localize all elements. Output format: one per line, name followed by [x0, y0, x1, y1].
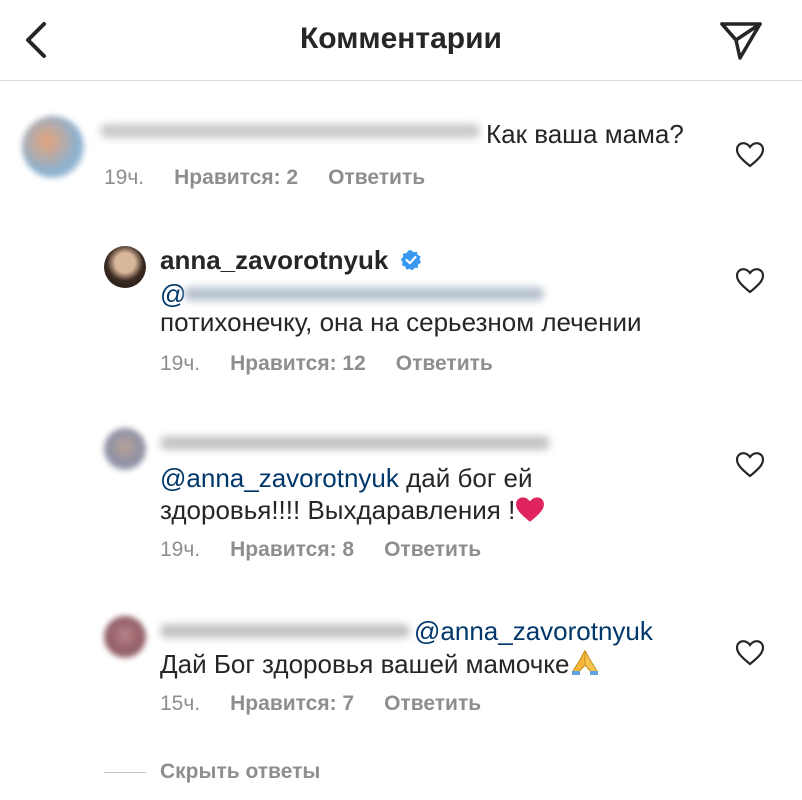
heart-emoji: [515, 497, 545, 526]
blurred-mention[interactable]: [184, 287, 544, 301]
heart-icon[interactable]: [736, 142, 764, 168]
comment-time: 19ч.: [160, 538, 201, 561]
folded-hands-icon: [572, 649, 599, 676]
hide-replies-button[interactable]: Скрыть ответы: [160, 760, 320, 784]
mention-link[interactable]: @anna_zavorotnyuk: [160, 463, 399, 493]
blurred-username[interactable]: [160, 436, 550, 450]
comment-text: Как ваша мама?: [486, 119, 684, 149]
page-title: Комментарии: [299, 22, 503, 55]
reply-button[interactable]: Ответить: [396, 352, 493, 376]
likes-count[interactable]: Нравится: 7: [230, 692, 354, 716]
blurred-username[interactable]: [160, 624, 410, 638]
comment-time: 19ч.: [104, 166, 145, 189]
pray-emoji: [569, 649, 601, 681]
heart-icon[interactable]: [736, 268, 764, 294]
comment-username[interactable]: anna_zavorotnyuk: [160, 244, 388, 276]
blurred-username[interactable]: [100, 124, 480, 138]
comment-meta: 19ч. Нравится: 2 Ответить: [104, 166, 455, 190]
comment-text-line: @anna_zavorotnyuk дай бог ей: [160, 462, 533, 494]
avatar[interactable]: [22, 116, 84, 178]
comment-time: 19ч.: [160, 352, 201, 375]
share-button[interactable]: [716, 18, 766, 62]
heart-icon[interactable]: [736, 452, 764, 478]
paper-plane-icon: [720, 22, 762, 60]
comment-meta: 15ч. Нравится: 7 Ответить: [160, 692, 511, 716]
reply-button[interactable]: Ответить: [384, 538, 481, 562]
divider-line: [104, 772, 146, 773]
comment-meta: 19ч. Нравится: 8 Ответить: [160, 538, 511, 562]
reply-button[interactable]: Ответить: [384, 692, 481, 716]
comment-text-line: Дай Бог здоровья вашей мамочке: [160, 648, 601, 681]
reply-button[interactable]: Ответить: [328, 166, 425, 190]
likes-count[interactable]: Нравится: 8: [230, 538, 354, 562]
mention-link[interactable]: @anna_zavorotnyuk: [414, 615, 653, 647]
avatar[interactable]: [104, 428, 146, 470]
heart-icon[interactable]: [736, 640, 764, 666]
verified-badge-icon: [400, 250, 421, 271]
top-bar: Комментарии: [0, 0, 802, 81]
comment-time: 15ч.: [160, 692, 201, 715]
likes-count[interactable]: Нравится: 2: [174, 166, 298, 190]
comment-text: потихонечку, она на серьезном лечении: [160, 307, 642, 337]
avatar[interactable]: [104, 246, 146, 288]
comment-text: здоровья!!!! Выхдаравления !: [160, 495, 516, 525]
likes-count[interactable]: Нравится: 12: [230, 352, 366, 376]
red-heart-icon: [516, 497, 545, 522]
comment-meta: 19ч. Нравится: 12 Ответить: [160, 352, 523, 376]
comment-text-line: здоровья!!!! Выхдаравления !: [160, 494, 545, 526]
avatar[interactable]: [104, 616, 146, 658]
comment-text: дай бог ей: [406, 463, 533, 493]
comment-text: Дай Бог здоровья вашей мамочке: [160, 649, 570, 679]
